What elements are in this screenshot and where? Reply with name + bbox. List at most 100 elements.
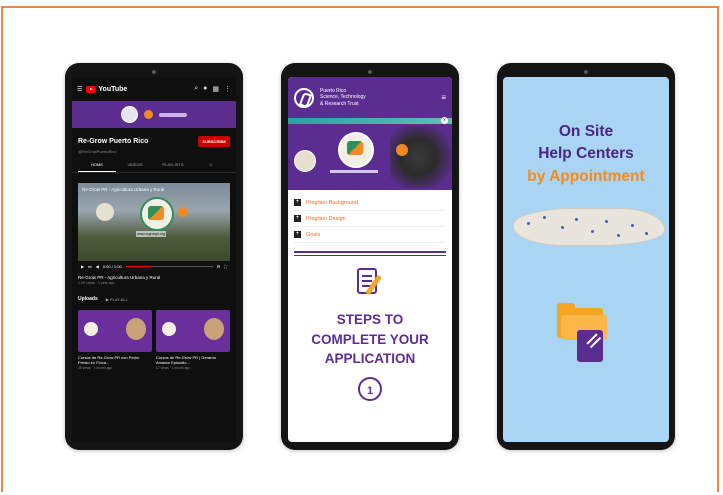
regrow-logo — [84, 322, 98, 336]
help-title: On Site Help Centers by Appointment — [503, 121, 669, 188]
fullscreen-icon[interactable]: ⛶ — [224, 264, 227, 269]
accordion-program-background[interactable]: + Program Background — [294, 195, 446, 211]
plus-icon[interactable]: + — [294, 231, 301, 238]
thumb-meta: 17 views · 1 month ago — [156, 366, 191, 371]
video-thumbnail[interactable] — [156, 310, 230, 352]
channel-banner — [72, 101, 236, 128]
island-shape — [513, 208, 665, 247]
camera-icon — [152, 70, 156, 74]
site-header: Puerto Rico Science, Technology & Resear… — [288, 77, 452, 118]
org-name-line: & Research Trust — [320, 100, 359, 107]
phone-trust-site: Puerto Rico Science, Technology & Resear… — [281, 63, 459, 450]
youtube-logo[interactable]: YouTube — [86, 85, 128, 93]
steps-heading-line: STEPS TO — [336, 312, 404, 327]
featured-video[interactable]: Re-Grow PR - Agricultura Urbana y Rural … — [78, 183, 230, 261]
help-title-line: On Site — [558, 123, 614, 140]
video-controls[interactable]: ▶ ⏭ ◀ 0:00 / 1:00 ⚙ ⛶ — [78, 261, 230, 271]
program-banner — [288, 124, 452, 190]
youtube-logo-text: YouTube — [98, 85, 128, 93]
youtube-topbar: ☰ YouTube ⌕ ● ▦ ⋮ — [72, 77, 236, 101]
volume-icon[interactable]: ◀ — [96, 264, 99, 269]
uploads-list: Cursos de Re-Grow PR con Pedro Presto en… — [72, 306, 236, 370]
channel-tabs: HOME VIDEOS PLAYLISTS C — [72, 154, 236, 173]
thumb-title[interactable]: Cursos de Re-Grow PR | Gerardo Amador Ep… — [156, 355, 230, 365]
plus-icon[interactable]: + — [294, 199, 301, 206]
accordion-label[interactable]: Goals — [306, 232, 320, 238]
banner-text — [159, 112, 187, 117]
tab-videos[interactable]: VIDEOS — [116, 162, 154, 172]
camera-icon — [584, 70, 588, 74]
video-time: 0:00 / 1:00 — [102, 263, 122, 269]
youtube-screen: ☰ YouTube ⌕ ● ▦ ⋮ Re-Grow Puerto Rico SU… — [72, 77, 236, 442]
step-number-badge: 1 — [358, 376, 382, 401]
regrow-logo — [140, 197, 174, 231]
banner-caption — [330, 170, 378, 173]
subscribe-button[interactable]: SUBSCRIBE — [198, 136, 230, 147]
help-title-line: Help Centers — [538, 145, 634, 163]
seal-logo — [121, 106, 138, 123]
video-overlay-title: Re-Grow PR - Agricultura Urbana y Rural — [82, 187, 165, 192]
accordion-goals[interactable]: + Goals — [294, 227, 446, 243]
accordion-label[interactable]: Program Background — [306, 200, 358, 206]
tab-more[interactable]: C — [192, 162, 230, 172]
video-caption: www.regrowpr.org — [136, 231, 167, 237]
puerto-rico-map — [513, 202, 665, 258]
phone-help-centers: On Site Help Centers by Appointment — [497, 63, 675, 450]
org-name-line: Science, Technology — [320, 94, 366, 101]
mic-icon[interactable]: ● — [203, 85, 207, 93]
progress-bar[interactable] — [125, 265, 213, 267]
more-icon[interactable]: ⋮ — [224, 85, 231, 93]
list-item[interactable]: Cursos de Re-Grow PR | Gerardo Amador Ep… — [156, 310, 230, 370]
accordion-program-design[interactable]: + Program Design — [294, 211, 446, 227]
tab-home[interactable]: HOME — [78, 162, 116, 172]
steps-heading: STEPS TO COMPLETE YOUR APPLICATION — [288, 310, 452, 369]
seal-logo — [96, 203, 114, 221]
channel-name: Re-Grow Puerto Rico — [78, 138, 149, 145]
plus-icon[interactable]: + — [294, 215, 301, 222]
steps-heading-line: COMPLETE YOUR — [311, 331, 429, 347]
steps-heading-line: APPLICATION — [324, 351, 416, 367]
play-all-label: PLAY ALL — [109, 296, 128, 302]
search-icon[interactable]: ⌕ — [194, 85, 198, 93]
play-all-button[interactable]: ▶ PLAY ALL — [106, 297, 128, 302]
seal-logo — [294, 150, 316, 172]
uploads-heading: Uploads — [78, 296, 98, 302]
regrow-logo — [162, 322, 176, 336]
tab-playlists[interactable]: PLAYLISTS — [154, 162, 192, 172]
list-item[interactable]: Cursos de Re-Grow PR con Pedro Presto en… — [78, 310, 152, 370]
thumb-meta: 25 views · 1 month ago — [78, 366, 113, 371]
menu-icon[interactable]: ☰ — [77, 86, 82, 93]
signed-document-shape — [577, 330, 603, 363]
document-line — [362, 275, 372, 277]
orange-logo — [144, 110, 153, 119]
accordion-links: + Program Background + Program Design + … — [288, 190, 452, 243]
hamburger-menu-icon[interactable]: ≡ — [441, 93, 446, 102]
video-thumbnail[interactable] — [78, 310, 152, 352]
document-line — [362, 280, 372, 282]
divider — [294, 255, 446, 256]
banner-photo — [390, 126, 452, 188]
org-name: Puerto Rico Science, Technology & Resear… — [320, 88, 366, 107]
video-title[interactable]: Re-Grow PR - Agricultura Urbana y Rural — [72, 271, 236, 280]
org-name-line: Puerto Rico — [320, 88, 347, 95]
accordion-label[interactable]: Program Design — [306, 216, 346, 222]
trust-screen: Puerto Rico Science, Technology & Resear… — [288, 77, 452, 442]
youtube-play-icon — [86, 85, 97, 93]
orange-logo — [178, 207, 188, 217]
phone-youtube: ☰ YouTube ⌕ ● ▦ ⋮ Re-Grow Puerto Rico SU… — [65, 63, 243, 450]
checklist-pen-icon — [357, 268, 383, 296]
play-icon[interactable]: ▶ — [81, 264, 84, 269]
camera-icon — [368, 70, 372, 74]
orange-logo — [396, 144, 408, 156]
trust-logo-icon[interactable] — [294, 87, 314, 108]
next-icon[interactable]: ⏭ — [88, 264, 92, 269]
settings-icon[interactable]: ⚙ — [217, 264, 221, 269]
help-title-highlight: by Appointment — [527, 167, 645, 185]
grid-icon[interactable]: ▦ — [212, 85, 219, 93]
thumb-title[interactable]: Cursos de Re-Grow PR con Pedro Presto en… — [78, 355, 152, 365]
close-icon[interactable]: x — [441, 117, 448, 124]
help-screen: On Site Help Centers by Appointment — [503, 77, 669, 442]
regrow-logo — [338, 132, 374, 168]
folder-document-icon — [551, 303, 621, 368]
divider — [294, 251, 446, 253]
